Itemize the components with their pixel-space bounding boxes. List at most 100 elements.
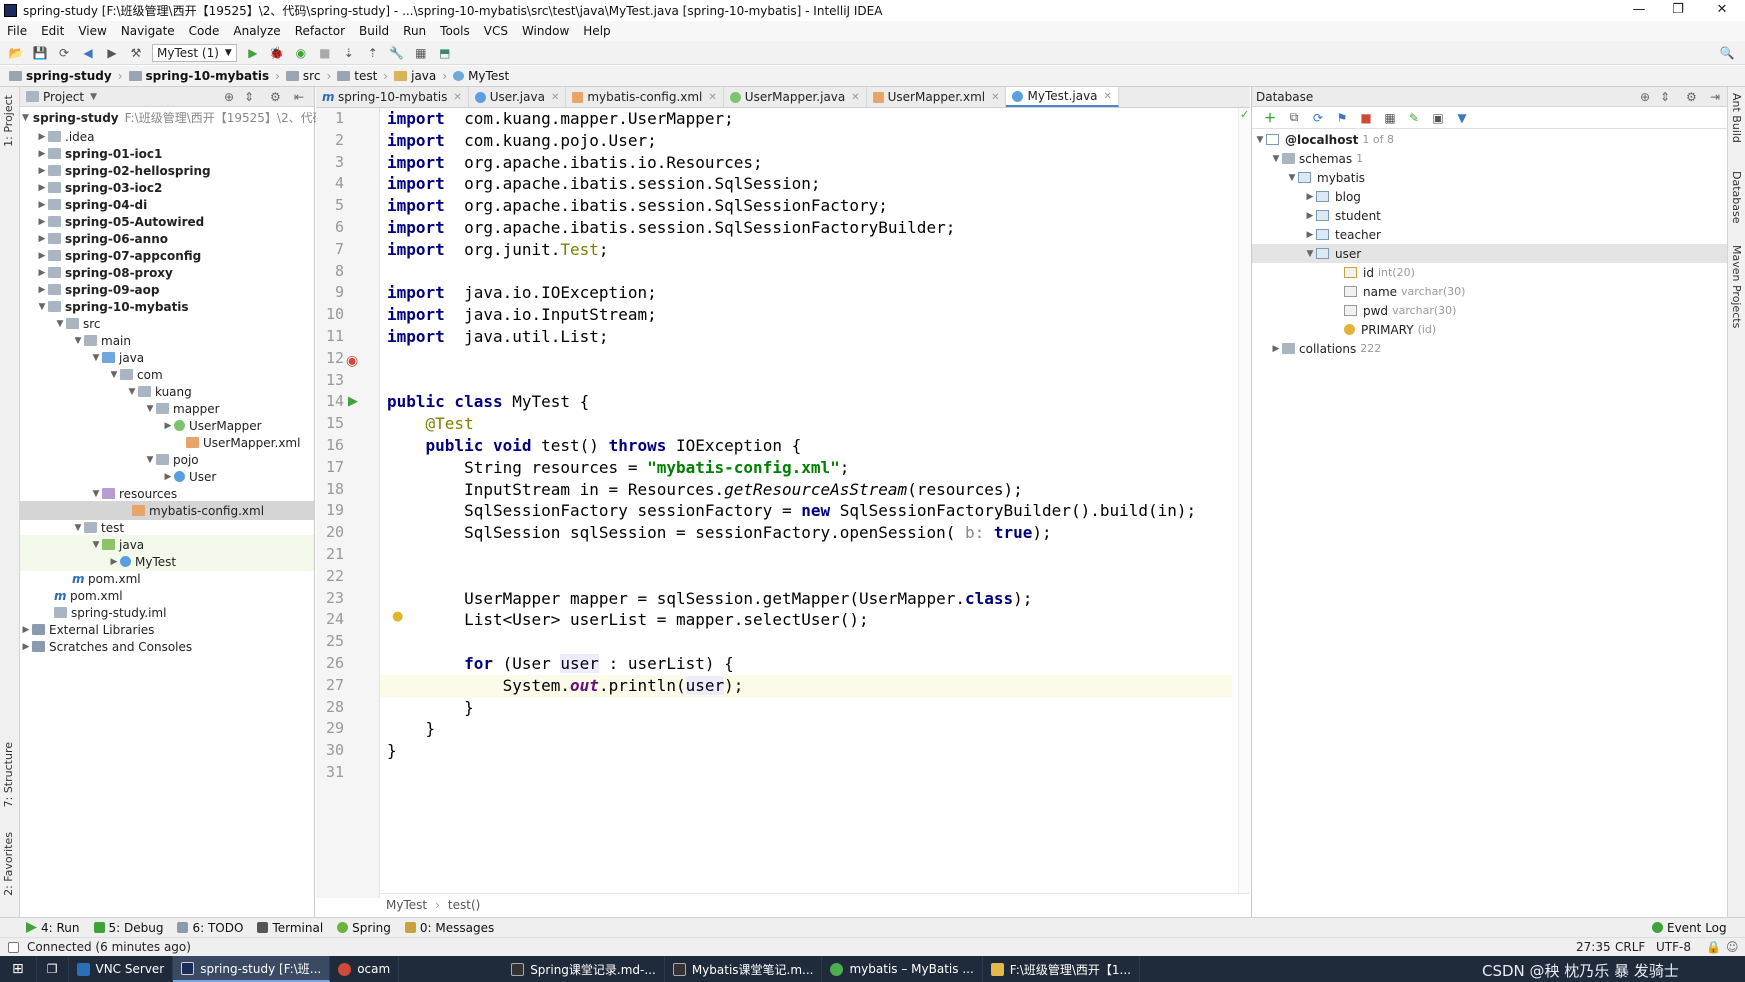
run-test-method-icon[interactable]: ▶ bbox=[348, 394, 358, 409]
close-icon[interactable]: ✕ bbox=[453, 92, 461, 103]
save-icon[interactable]: 💾 bbox=[32, 45, 48, 61]
db-item-blog[interactable]: ▶ blog bbox=[1252, 187, 1728, 206]
taskbar-vnc-server[interactable]: VNC Server bbox=[69, 956, 174, 982]
run-icon[interactable]: ▶ bbox=[245, 45, 261, 61]
chevron-down-icon[interactable]: ▼ bbox=[126, 387, 138, 397]
menu-edit[interactable]: Edit bbox=[34, 24, 71, 38]
debug-icon[interactable]: 🐞 bbox=[269, 45, 285, 61]
code-line[interactable]: @Test bbox=[387, 413, 474, 435]
breadcrumb-spring-study[interactable]: spring-study bbox=[6, 69, 115, 83]
code-line[interactable]: import org.apache.ibatis.io.Resources; bbox=[387, 152, 763, 174]
tool-tab-ant-build[interactable]: Ant Build bbox=[1730, 93, 1743, 143]
tool-tab-terminal[interactable]: Terminal bbox=[257, 921, 323, 935]
chevron-down-icon[interactable]: ▼ bbox=[144, 404, 156, 414]
chevron-right-icon[interactable]: ▶ bbox=[162, 472, 174, 482]
stop-icon[interactable]: ■ bbox=[317, 45, 333, 61]
tab-spring-10-mybatis[interactable]: m spring-10-mybatis ✕ bbox=[316, 87, 469, 107]
menu-window[interactable]: Window bbox=[515, 24, 576, 38]
code-line[interactable]: import java.util.List; bbox=[387, 326, 609, 348]
project-structure-icon[interactable]: ▦ bbox=[413, 45, 429, 61]
tab-usermapper-java[interactable]: UserMapper.java ✕ bbox=[724, 87, 867, 107]
close-icon[interactable]: ✕ bbox=[708, 92, 716, 103]
tab-mytest-java[interactable]: MyTest.java ✕ bbox=[1006, 87, 1119, 107]
run-test-class-icon[interactable]: ◉ bbox=[346, 353, 358, 369]
tab-user-java[interactable]: User.java ✕ bbox=[469, 87, 567, 107]
sync-icon[interactable]: ⟳ bbox=[56, 45, 72, 61]
menu-analyze[interactable]: Analyze bbox=[226, 24, 287, 38]
chevron-right-icon[interactable]: ▶ bbox=[36, 132, 48, 142]
chevron-down-icon[interactable]: ▼ bbox=[90, 489, 102, 499]
chevron-right-icon[interactable]: ▶ bbox=[36, 217, 48, 227]
gear-icon[interactable]: ⚙ bbox=[1686, 90, 1697, 104]
tab-mybatis-config[interactable]: mybatis-config.xml ✕ bbox=[566, 87, 724, 107]
menu-file[interactable]: File bbox=[0, 24, 34, 38]
code-line[interactable]: import org.apache.ibatis.session.SqlSess… bbox=[387, 195, 888, 217]
tool-tab-database[interactable]: Database bbox=[1730, 171, 1743, 224]
build-icon[interactable]: ⚒ bbox=[128, 45, 144, 61]
chevron-down-icon[interactable]: ▼ bbox=[108, 370, 120, 380]
sdk-icon[interactable]: ⬒ bbox=[437, 45, 453, 61]
chevron-right-icon[interactable]: ▶ bbox=[20, 642, 32, 652]
taskbar-intellij[interactable]: spring-study [F:\班... bbox=[173, 956, 331, 982]
code-line[interactable]: System.out.println(user); bbox=[380, 674, 1232, 697]
code-line[interactable]: UserMapper mapper = sqlSession.getMapper… bbox=[387, 588, 1032, 610]
chevron-right-icon[interactable]: ▶ bbox=[36, 285, 48, 295]
taskbar-spring-notes[interactable]: Spring课堂记录.md-... bbox=[503, 956, 665, 982]
tool-tab-spring[interactable]: Spring bbox=[337, 921, 391, 935]
db-column-id[interactable]: id int(20) bbox=[1252, 263, 1728, 282]
db-item-mybatis[interactable]: ▼ mybatis bbox=[1252, 168, 1728, 187]
chevron-down-icon[interactable]: ▼ bbox=[1270, 154, 1282, 164]
code-line[interactable]: List<User> userList = mapper.selectUser(… bbox=[387, 609, 869, 631]
chevron-right-icon[interactable]: ▶ bbox=[1304, 211, 1316, 221]
tool-tab-todo[interactable]: 6: TODO bbox=[177, 921, 243, 935]
menu-tools[interactable]: Tools bbox=[433, 24, 477, 38]
code-line[interactable]: } bbox=[387, 718, 436, 740]
close-icon[interactable]: ✕ bbox=[851, 92, 859, 103]
tool-tab-messages[interactable]: 0: Messages bbox=[404, 921, 494, 935]
gear-icon[interactable]: ⚙ bbox=[270, 90, 281, 104]
taskbar-browser[interactable]: mybatis – MyBatis ... bbox=[822, 956, 983, 982]
menu-view[interactable]: View bbox=[71, 24, 113, 38]
tool-tab-run[interactable]: 4: Run bbox=[26, 921, 80, 935]
chevron-down-icon[interactable]: ▼ bbox=[54, 319, 66, 329]
breadcrumb-java[interactable]: java bbox=[391, 69, 439, 83]
menu-code[interactable]: Code bbox=[182, 24, 227, 38]
vcs-commit-icon[interactable]: ⇡ bbox=[365, 45, 381, 61]
code-line[interactable]: import com.kuang.pojo.User; bbox=[387, 130, 657, 152]
close-button[interactable]: ✕ bbox=[1699, 0, 1745, 21]
db-item-teacher[interactable]: ▶ teacher bbox=[1252, 225, 1728, 244]
refresh-icon[interactable]: ⟳ bbox=[1310, 110, 1326, 126]
inspector-icon[interactable]: ☺ bbox=[1726, 940, 1739, 954]
caret-position[interactable]: 27:35 bbox=[1576, 940, 1611, 954]
lock-icon[interactable]: 🔒 bbox=[1706, 940, 1721, 954]
filter-icon[interactable]: ▼ bbox=[1454, 110, 1470, 126]
tool-tab-project[interactable]: 1: Project bbox=[2, 95, 15, 147]
code-line[interactable]: String resources = "mybatis-config.xml"; bbox=[387, 457, 849, 479]
back-icon[interactable]: ◀ bbox=[80, 45, 96, 61]
code-line[interactable]: } bbox=[387, 697, 474, 719]
add-icon[interactable]: ＋ bbox=[1262, 110, 1278, 126]
chevron-right-icon[interactable]: ▶ bbox=[108, 557, 120, 567]
chevron-right-icon[interactable]: ▶ bbox=[20, 625, 32, 635]
db-column-pwd[interactable]: pwd varchar(30) bbox=[1252, 301, 1728, 320]
chevron-right-icon[interactable]: ▶ bbox=[1304, 192, 1316, 202]
menu-vcs[interactable]: VCS bbox=[477, 24, 515, 38]
code-line[interactable]: import java.io.InputStream; bbox=[387, 304, 657, 326]
tree-item-spring-study[interactable]: ▼ spring-study F:\班级管理\西开【19525】\2、代码 bbox=[20, 108, 325, 127]
line-separator[interactable]: CRLF bbox=[1615, 940, 1645, 954]
code-line[interactable]: import org.apache.ibatis.session.SqlSess… bbox=[387, 217, 955, 239]
table-icon[interactable]: ▦ bbox=[1382, 110, 1398, 126]
vcs-update-icon[interactable]: ⇣ bbox=[341, 45, 357, 61]
chevron-right-icon[interactable]: ▶ bbox=[36, 183, 48, 193]
tool-tab-structure[interactable]: 7: Structure bbox=[2, 742, 15, 807]
code-line[interactable]: SqlSession sqlSession = sessionFactory.o… bbox=[387, 522, 1052, 544]
chevron-right-icon[interactable]: ▶ bbox=[162, 421, 174, 431]
db-item-user[interactable]: ▼ user bbox=[1252, 244, 1728, 263]
breadcrumb-test[interactable]: test bbox=[334, 69, 380, 83]
code-line[interactable]: for (User user : userList) { bbox=[387, 653, 734, 675]
db-item-localhost[interactable]: ▼ @localhost 1 of 8 bbox=[1252, 130, 1728, 149]
search-icon[interactable]: 🔍 bbox=[1719, 45, 1735, 61]
open-folder-icon[interactable]: 📂 bbox=[8, 45, 24, 61]
file-encoding[interactable]: UTF-8 bbox=[1656, 940, 1691, 954]
console-icon[interactable]: ▣ bbox=[1430, 110, 1446, 126]
